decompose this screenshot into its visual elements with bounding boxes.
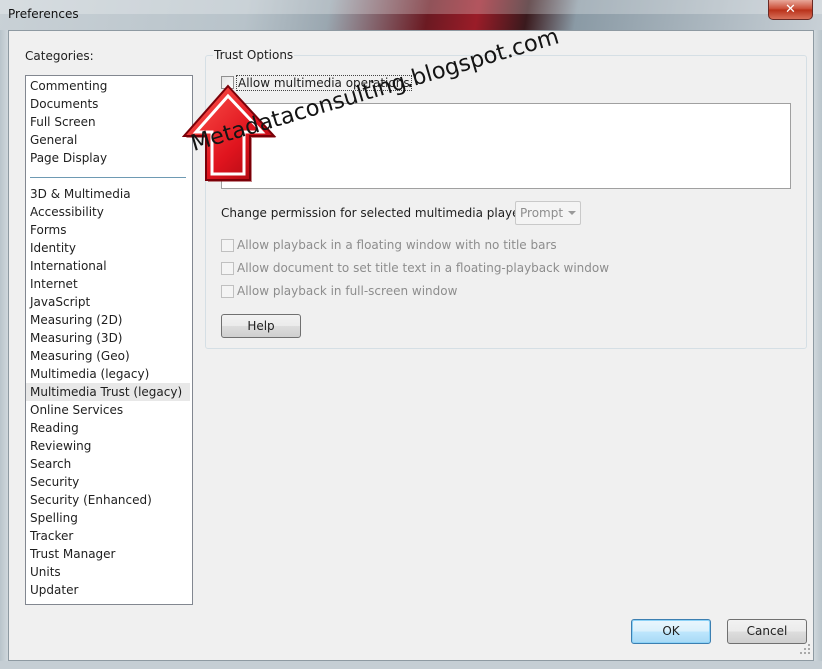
floating-no-title-checkbox[interactable] (221, 239, 234, 252)
category-item[interactable]: Page Display (26, 149, 190, 167)
category-item[interactable]: Security (26, 473, 190, 491)
category-item[interactable]: Accessibility (26, 203, 190, 221)
title-bar-gloss (0, 0, 822, 14)
floating-no-title-label: Allow playback in a floating window with… (237, 238, 557, 252)
category-item[interactable]: Updater (26, 581, 190, 599)
category-item[interactable]: Search (26, 455, 190, 473)
category-item[interactable]: General (26, 131, 190, 149)
category-item[interactable]: International (26, 257, 190, 275)
category-item[interactable]: Online Services (26, 401, 190, 419)
resize-grip-icon[interactable] (799, 643, 811, 655)
trust-options-legend: Trust Options (213, 48, 295, 62)
categories-label: Categories: (25, 49, 94, 63)
document-title-text-label: Allow document to set title text in a fl… (237, 261, 610, 275)
category-item[interactable]: Measuring (3D) (26, 329, 190, 347)
category-item[interactable]: Internet (26, 275, 190, 293)
category-item[interactable]: Documents (26, 95, 190, 113)
window-title: Preferences (8, 7, 79, 21)
category-item[interactable]: Units (26, 563, 190, 581)
document-title-text-checkbox[interactable] (221, 262, 234, 275)
change-permission-label: Change permission for selected multimedi… (221, 206, 545, 220)
help-button[interactable]: Help (221, 314, 301, 338)
category-item[interactable]: Reviewing (26, 437, 190, 455)
category-item[interactable]: Measuring (Geo) (26, 347, 190, 365)
category-item[interactable]: Full Screen (26, 113, 190, 131)
close-icon: ✕ (785, 2, 796, 17)
chevron-down-icon (568, 211, 576, 215)
ok-button[interactable]: OK (631, 619, 711, 644)
category-item[interactable]: Reading (26, 419, 190, 437)
category-item[interactable]: Trust Manager (26, 545, 190, 563)
window-frame-bottom (0, 661, 822, 669)
category-item[interactable]: Forms (26, 221, 190, 239)
cancel-button[interactable]: Cancel (727, 619, 807, 644)
category-item[interactable]: JavaScript (26, 293, 190, 311)
category-item[interactable]: Multimedia Trust (legacy) (26, 383, 190, 401)
full-screen-checkbox[interactable] (221, 285, 234, 298)
title-bar[interactable]: Preferences ✕ (0, 0, 822, 30)
full-screen-label: Allow playback in full-screen window (237, 284, 458, 298)
dialog-client-area: Categories: Commenting Documents Full Scre… (8, 30, 814, 661)
window-frame-left (0, 30, 8, 669)
category-item[interactable]: Security (Enhanced) (26, 491, 190, 509)
category-item[interactable]: Tracker (26, 527, 190, 545)
permission-dropdown[interactable]: Prompt (515, 201, 581, 225)
category-item[interactable]: Multimedia (legacy) (26, 365, 190, 383)
category-item[interactable]: 3D & Multimedia (26, 185, 190, 203)
category-list[interactable]: Commenting Documents Full Screen General Pag… (25, 75, 193, 605)
permission-dropdown-value: Prompt (520, 206, 564, 220)
category-item[interactable]: Commenting (26, 77, 190, 95)
category-separator (30, 177, 186, 178)
window-frame-right (814, 30, 822, 669)
preferences-window: Preferences ✕ Categories: Commenting Docu… (0, 0, 822, 669)
close-button[interactable]: ✕ (768, 0, 813, 20)
category-item[interactable]: Identity (26, 239, 190, 257)
category-item[interactable]: Spelling (26, 509, 190, 527)
category-item[interactable]: Measuring (2D) (26, 311, 190, 329)
